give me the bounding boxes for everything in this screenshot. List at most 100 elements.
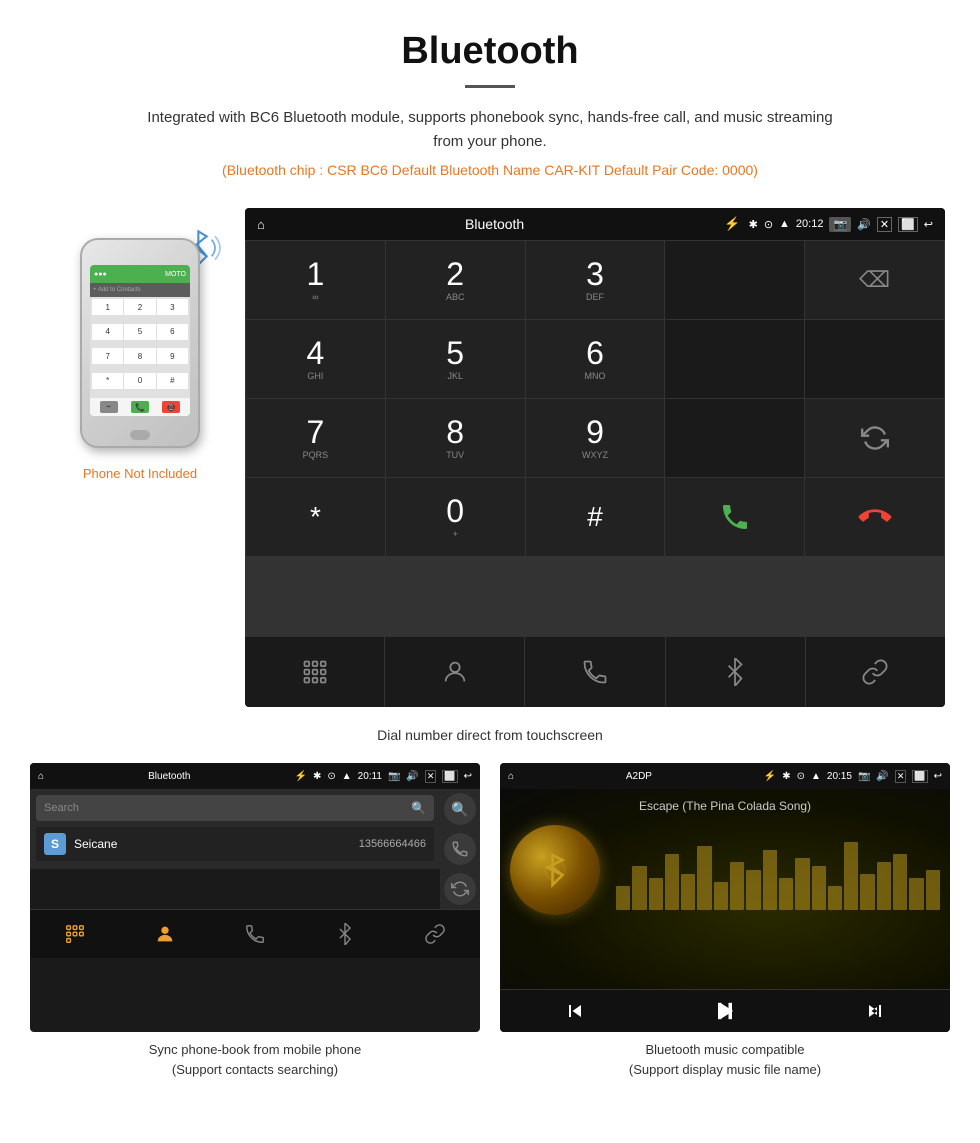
music-screenshot: ⌂ A2DP ⚡ ✱ ⊙ ▲ 20:15 📷 🔊 ✕ ⬜ ↩ Escape (T…: [500, 763, 950, 1087]
page-header: Bluetooth Integrated with BC6 Bluetooth …: [0, 0, 980, 208]
music-bt-icon: ✱: [782, 771, 790, 782]
music-prev-button[interactable]: [555, 996, 595, 1026]
pb-tab-calls-bottom[interactable]: [210, 914, 300, 954]
dial-backspace-key[interactable]: ⌫: [805, 241, 944, 319]
pb-call-side-icon[interactable]: [444, 833, 476, 865]
dial-key-star[interactable]: *: [246, 478, 385, 556]
pb-contact-letter: S: [44, 833, 66, 855]
bottom-screenshots: ⌂ Bluetooth ⚡ ✱ ⊙ ▲ 20:11 📷 🔊 ✕ ⬜ ↩ Sear…: [0, 753, 980, 1107]
pb-search-side-icon[interactable]: 🔍: [444, 793, 476, 825]
pb-tab-bluetooth-bottom[interactable]: [300, 914, 390, 954]
dial-key-2[interactable]: 2 ABC: [386, 241, 525, 319]
home-icon: ⌂: [257, 217, 265, 232]
window-icon: ⬜: [898, 217, 918, 232]
pb-icon-row: [30, 909, 480, 958]
pb-main-area: Search 🔍 S Seicane 13566664466 🔍: [30, 789, 480, 909]
music-controls: [500, 989, 950, 1032]
dial-key-1[interactable]: 1 ∞: [246, 241, 385, 319]
music-signal-icon: ▲: [811, 771, 821, 782]
phone-area: ●●● MOTO + Add to Contacts 123 456 789 *…: [35, 208, 245, 481]
music-next-button[interactable]: [855, 996, 895, 1026]
dial-key-7[interactable]: 7 PQRS: [246, 399, 385, 477]
close-icon: ✕: [877, 217, 892, 232]
dial-call-button[interactable]: [665, 478, 804, 556]
camera-icon: 📷: [829, 217, 851, 232]
music-cam-icon: 📷: [858, 771, 870, 782]
pb-title: Bluetooth: [50, 771, 288, 782]
pb-bt-icon: ✱: [313, 771, 321, 782]
pb-time: 20:11: [358, 771, 382, 782]
dial-status-bar: ⌂ Bluetooth ⚡ ✱ ⊙ ▲ 20:12 📷 🔊 ✕ ⬜ ↩: [245, 208, 945, 240]
dial-tab-keypad[interactable]: [245, 637, 385, 707]
music-playpause-button[interactable]: [705, 996, 745, 1026]
pb-refresh-side-icon[interactable]: [444, 873, 476, 905]
dial-empty-1: [665, 241, 804, 319]
pb-usb-icon: ⚡: [295, 771, 307, 782]
bluetooth-status-icon: ✱: [749, 218, 758, 231]
pb-tab-link-bottom[interactable]: [390, 914, 480, 954]
volume-icon: 🔊: [857, 218, 871, 231]
pb-home-icon: ⌂: [38, 771, 44, 782]
pb-back-icon: ↩: [464, 771, 472, 782]
music-usb-icon: ⚡: [764, 771, 776, 782]
phonebook-caption: Sync phone-book from mobile phone (Suppo…: [30, 1032, 480, 1087]
music-equalizer: [616, 830, 940, 910]
music-win-icon: ⬜: [912, 770, 927, 783]
dial-empty-4: [665, 399, 804, 477]
music-caption: Bluetooth music compatible (Support disp…: [500, 1032, 950, 1087]
pb-content: Search 🔍 S Seicane 13566664466: [30, 789, 440, 869]
phone-body: ●●● MOTO + Add to Contacts 123 456 789 *…: [80, 238, 200, 448]
pb-list-area: Search 🔍 S Seicane 13566664466: [30, 789, 440, 909]
dial-key-9[interactable]: 9 WXYZ: [526, 399, 665, 477]
music-album-area: [510, 825, 940, 915]
music-song-title: Escape (The Pina Colada Song): [639, 799, 811, 813]
music-title: A2DP: [520, 771, 758, 782]
music-content: Escape (The Pina Colada Song): [500, 789, 950, 989]
dial-key-3[interactable]: 3 DEF: [526, 241, 665, 319]
pb-loc-icon: ⊙: [327, 771, 335, 782]
pb-search-bar[interactable]: Search 🔍: [36, 795, 434, 821]
header-divider: [465, 85, 515, 88]
header-description: Integrated with BC6 Bluetooth module, su…: [140, 106, 840, 154]
phone-screen: ●●● MOTO + Add to Contacts 123 456 789 *…: [90, 265, 190, 416]
phone-home-button: [130, 430, 150, 440]
pb-contact-row[interactable]: S Seicane 13566664466: [36, 827, 434, 861]
back-icon: ↩: [924, 218, 933, 231]
dial-key-hash[interactable]: #: [526, 478, 665, 556]
dial-end-call-button[interactable]: [805, 478, 944, 556]
pb-cam-icon: 📷: [388, 771, 400, 782]
music-home-icon: ⌂: [508, 771, 514, 782]
dial-icon-row: [245, 636, 945, 707]
dial-screenshot: ⌂ Bluetooth ⚡ ✱ ⊙ ▲ 20:12 📷 🔊 ✕ ⬜ ↩ 1 ∞: [245, 208, 945, 707]
music-vol-icon: 🔊: [876, 771, 888, 782]
pb-contact-name: Seicane: [74, 837, 359, 851]
music-back-icon: ↩: [934, 771, 942, 782]
dial-key-5[interactable]: 5 JKL: [386, 320, 525, 398]
dial-refresh-key[interactable]: [805, 399, 944, 477]
dial-tab-bluetooth[interactable]: [666, 637, 806, 707]
dial-screen-title: Bluetooth: [265, 216, 725, 232]
phonebook-screenshot: ⌂ Bluetooth ⚡ ✱ ⊙ ▲ 20:11 📷 🔊 ✕ ⬜ ↩ Sear…: [30, 763, 480, 1087]
dial-tab-link[interactable]: [806, 637, 945, 707]
dial-empty-3: [805, 320, 944, 398]
dial-key-6[interactable]: 6 MNO: [526, 320, 665, 398]
dial-key-0[interactable]: 0 +: [386, 478, 525, 556]
middle-section: ●●● MOTO + Add to Contacts 123 456 789 *…: [0, 208, 980, 717]
pb-tab-keypad[interactable]: [30, 914, 120, 954]
dial-key-8[interactable]: 8 TUV: [386, 399, 525, 477]
dial-tab-calls[interactable]: [525, 637, 665, 707]
pb-signal-icon: ▲: [342, 771, 352, 782]
pb-tab-contacts-active[interactable]: [120, 914, 210, 954]
dial-key-4[interactable]: 4 GHI: [246, 320, 385, 398]
dial-status-icons: ✱ ⊙ ▲ 20:12 📷 🔊 ✕ ⬜ ↩: [749, 217, 933, 232]
dial-tab-contacts[interactable]: [385, 637, 525, 707]
dial-empty-2: [665, 320, 804, 398]
pb-vol-icon: 🔊: [406, 771, 418, 782]
music-album-art: [510, 825, 600, 915]
usb-icon: ⚡: [724, 216, 740, 232]
phone-image: ●●● MOTO + Add to Contacts 123 456 789 *…: [75, 238, 205, 458]
music-time: 20:15: [827, 771, 852, 782]
header-specs: (Bluetooth chip : CSR BC6 Default Blueto…: [20, 162, 960, 178]
music-x-icon: ✕: [895, 770, 907, 783]
pb-search-icon: 🔍: [411, 801, 426, 815]
